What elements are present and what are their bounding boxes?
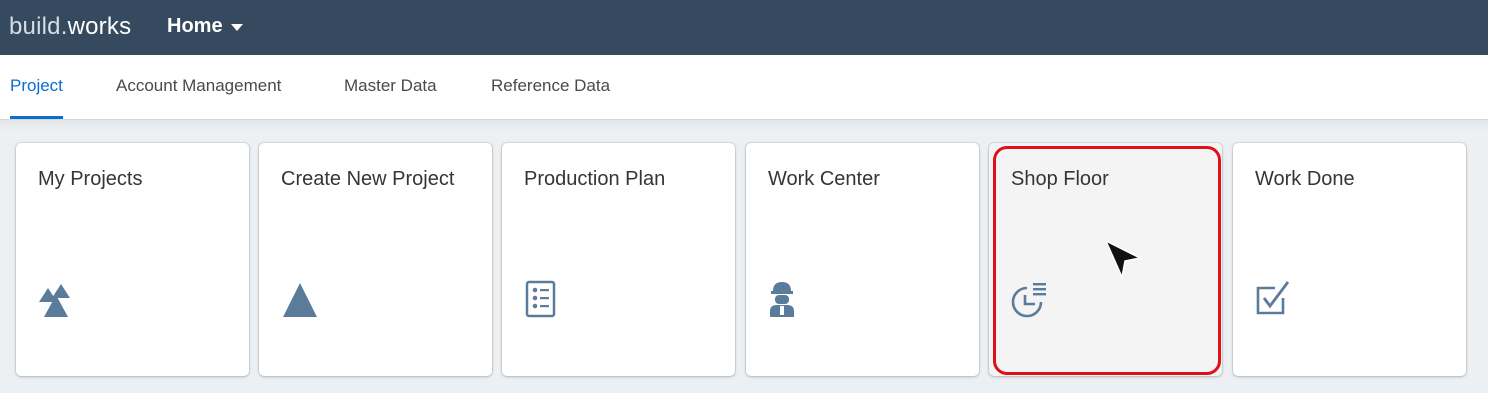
tab-reference-data[interactable]: Reference Data: [491, 75, 610, 97]
checkbox-icon: [1256, 281, 1290, 315]
brand-dot: .: [60, 13, 68, 40]
launchpad-content: My Projects Create New Project Productio…: [0, 120, 1488, 393]
tab-master-data-label: Master Data: [344, 76, 437, 95]
worker-icon: [770, 282, 794, 317]
tab-project-label: Project: [10, 76, 63, 95]
tile-title: Work Done: [1255, 168, 1355, 190]
tab-account-management[interactable]: Account Management: [116, 75, 281, 97]
brand-logo[interactable]: build.works: [9, 13, 131, 41]
active-tab-indicator: [10, 116, 63, 119]
tile-work-center[interactable]: Work Center: [746, 143, 979, 376]
checklist-icon: [525, 280, 556, 318]
brand-part2: works: [67, 13, 132, 40]
tab-master-data[interactable]: Master Data: [344, 75, 437, 97]
tile-my-projects[interactable]: My Projects: [16, 143, 249, 376]
brand-part1: build: [9, 13, 61, 40]
home-menu-label: Home: [167, 15, 223, 37]
tile-title: Production Plan: [524, 168, 666, 190]
tab-account-management-label: Account Management: [116, 76, 282, 95]
caret-down-icon: [230, 23, 243, 31]
tile-production-plan[interactable]: Production Plan: [502, 143, 735, 376]
tile-work-done[interactable]: Work Done: [1233, 143, 1466, 376]
home-menu-button[interactable]: Home: [167, 14, 243, 38]
mountains-icon: [39, 284, 70, 317]
tab-reference-data-label: Reference Data: [491, 76, 611, 95]
tile-title: Create New Project: [281, 168, 455, 190]
process-chart-icon: [1011, 283, 1046, 318]
mouse-pointer-icon: [1104, 239, 1143, 280]
tile-title: Work Center: [768, 168, 880, 190]
tile-title: Shop Floor: [1011, 168, 1109, 190]
triangle-icon: [283, 283, 317, 317]
tab-project[interactable]: Project: [10, 75, 63, 119]
tab-bar: Project Account Management Master Data R…: [0, 55, 1488, 120]
tile-title: My Projects: [38, 168, 143, 190]
shell-bar: build.works Home: [0, 0, 1488, 55]
tile-create-new-project[interactable]: Create New Project: [259, 143, 492, 376]
